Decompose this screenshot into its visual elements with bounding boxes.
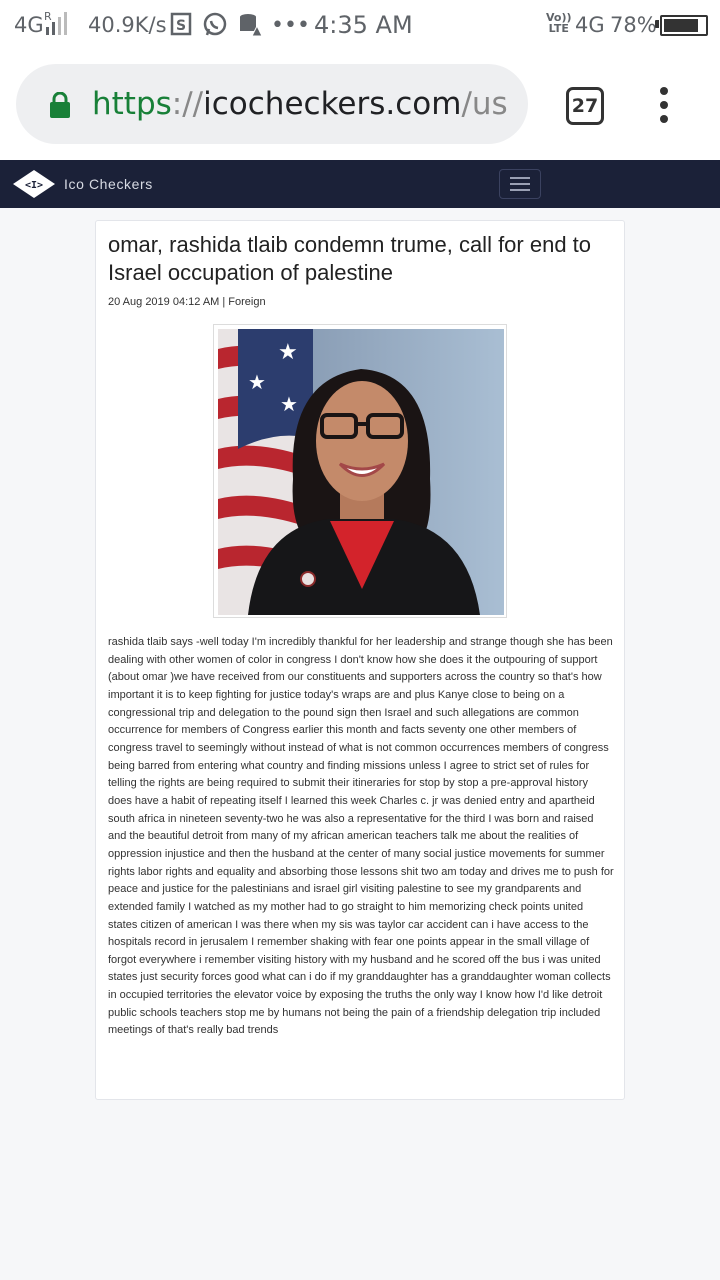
battery-level	[664, 19, 699, 32]
ico-checkers-logo-icon[interactable]: <I>	[11, 168, 57, 200]
browser-toolbar: https://icocheckers.com/user 27	[0, 50, 720, 160]
tab-switcher-button[interactable]: 27	[566, 87, 604, 125]
navbar-toggle-button[interactable]	[499, 169, 541, 199]
url-host: icocheckers.com	[203, 86, 462, 122]
lte-label: LTE	[548, 22, 569, 35]
network-type-secondary: 4G	[575, 13, 605, 37]
svg-text:S: S	[176, 18, 186, 34]
portrait-image: ★ ★ ★	[218, 329, 504, 615]
article-card: omar, rashida tlaib condemn trume, call …	[95, 220, 625, 1100]
network-type: 4G	[14, 13, 44, 37]
hamburger-icon	[510, 177, 530, 179]
signal-strength-icon: R	[44, 10, 67, 35]
svg-text:★: ★	[248, 372, 266, 394]
svg-text:★: ★	[278, 339, 298, 364]
svg-text:<I>: <I>	[25, 180, 43, 191]
site-navbar: <I> Ico Checkers	[0, 160, 720, 208]
volte-indicator: Vo)) LTE	[546, 12, 572, 34]
article-photo: ★ ★ ★	[213, 324, 507, 618]
lock-icon	[50, 92, 70, 118]
more-notifications-icon: •••	[271, 12, 310, 38]
battery-nub	[655, 20, 659, 28]
status-bar: 4G R 40.9K/s S ••• 4:35 AM Vo)) LTE 4G 7…	[0, 0, 720, 50]
url-path: /user	[461, 86, 508, 122]
url-text[interactable]: https://icocheckers.com/user	[92, 64, 508, 144]
article-meta: 20 Aug 2019 04:12 AM | Foreign	[108, 296, 266, 308]
clock: 4:35 AM	[314, 11, 413, 39]
article-title: omar, rashida tlaib condemn trume, call …	[108, 232, 592, 285]
network-speed: 40.9K/s	[88, 13, 167, 37]
article-body: rashida tlaib says -well today I'm incre…	[108, 636, 614, 1037]
url-separator: ://	[171, 86, 204, 122]
url-scheme: https	[92, 86, 172, 122]
overflow-menu-icon[interactable]	[658, 87, 670, 123]
storage-warning-icon	[240, 14, 262, 37]
whatsapp-icon	[203, 12, 227, 36]
svg-text:★: ★	[280, 394, 298, 416]
roaming-indicator: R	[44, 10, 52, 23]
sd-card-icon: S	[170, 12, 192, 36]
battery-icon	[660, 15, 708, 36]
address-bar[interactable]: https://icocheckers.com/user	[16, 64, 528, 144]
battery-percentage: 78%	[610, 13, 657, 37]
brand-name[interactable]: Ico Checkers	[64, 160, 153, 208]
